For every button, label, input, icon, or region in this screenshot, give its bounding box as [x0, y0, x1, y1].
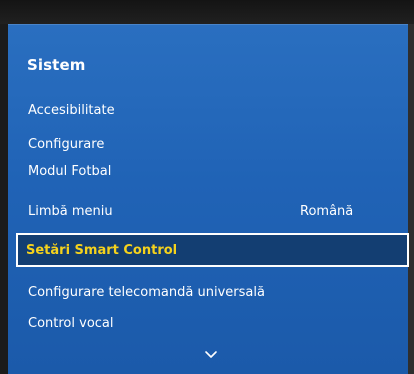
- menu-item-label: Limbă meniu: [28, 203, 113, 219]
- menu-title: Sistem: [27, 56, 86, 74]
- top-bar: [0, 0, 414, 24]
- menu-item-label: Accesibilitate: [28, 102, 115, 118]
- chevron-down-icon[interactable]: [204, 350, 218, 360]
- menu-item-configurare[interactable]: Configurare: [16, 132, 408, 156]
- tv-screen: Sistem Accesibilitate Configurare Modul …: [0, 0, 414, 374]
- menu-item-accesibilitate[interactable]: Accesibilitate: [16, 98, 408, 122]
- menu-item-label: Modul Fotbal: [28, 163, 112, 179]
- right-edge: [408, 24, 414, 374]
- menu-item-label: Control vocal: [28, 315, 114, 331]
- menu-item-control-vocal[interactable]: Control vocal: [16, 311, 408, 335]
- menu-item-limba-meniu[interactable]: Limbă meniu Română: [16, 199, 408, 223]
- left-edge: [0, 24, 8, 374]
- menu-item-label: Setări Smart Control: [26, 242, 178, 258]
- menu-item-label: Configurare telecomandă universală: [28, 284, 265, 300]
- menu-item-setari-smart-control[interactable]: Setări Smart Control: [16, 233, 409, 267]
- settings-menu-panel: Sistem Accesibilitate Configurare Modul …: [8, 24, 409, 374]
- menu-item-label: Configurare: [28, 136, 105, 152]
- menu-item-modul-fotbal[interactable]: Modul Fotbal: [16, 159, 408, 183]
- menu-item-configurare-telecomanda[interactable]: Configurare telecomandă universală: [16, 280, 408, 304]
- menu-item-value: Română: [300, 203, 354, 219]
